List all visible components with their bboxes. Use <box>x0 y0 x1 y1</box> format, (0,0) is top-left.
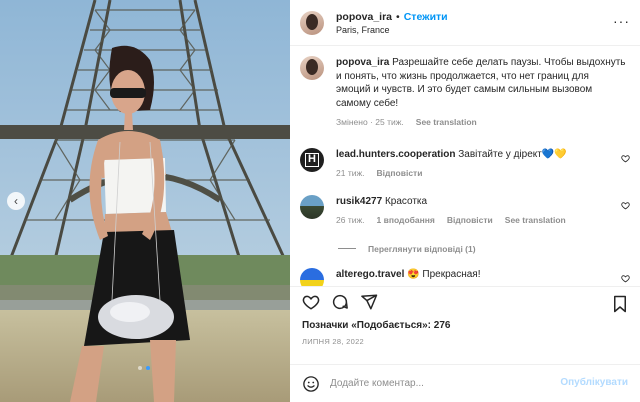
comment-item: alterego.travel 😍 Прекрасная! <box>300 267 630 286</box>
like-heart-icon[interactable] <box>302 293 320 311</box>
follow-button[interactable]: Стежити <box>404 11 448 23</box>
comment-time: 21 тиж. <box>336 168 365 178</box>
comment-translate-link[interactable]: See translation <box>505 214 566 228</box>
more-horizontal-icon[interactable]: ··· <box>613 14 630 28</box>
author-avatar[interactable] <box>300 10 324 35</box>
view-replies-button[interactable]: Переглянути відповіді (1) <box>338 244 630 254</box>
logo-icon: H <box>305 152 319 167</box>
share-send-icon[interactable] <box>360 293 378 311</box>
chevron-left-icon: ‹ <box>14 194 18 208</box>
comment-likes-count[interactable]: 1 вподобання <box>377 214 435 228</box>
separator-dot: • <box>396 10 400 23</box>
author-username[interactable]: popova_ira <box>336 11 392 23</box>
add-comment-input[interactable] <box>330 378 550 389</box>
comment-username[interactable]: lead.hunters.cooperation <box>336 149 455 160</box>
comment-bubble-icon[interactable] <box>331 293 349 311</box>
carousel-dot <box>138 366 142 370</box>
like-comment-heart-icon[interactable] <box>621 201 630 210</box>
add-comment-bar: Опублікувати <box>290 364 640 402</box>
post-actions-bar <box>290 286 640 316</box>
carousel-dot-active <box>146 366 150 370</box>
caption-translate-link[interactable]: See translation <box>416 116 477 130</box>
caption-edited-time: Змінено · 25 тиж. <box>336 117 404 127</box>
comment-username[interactable]: rusik4277 <box>336 196 382 207</box>
comment-item: H lead.hunters.cooperation Завітайте у д… <box>300 147 630 181</box>
comment-text: 😍 Прекрасная! <box>407 268 481 280</box>
comment-time: 26 тиж. <box>336 215 365 225</box>
caption-author-avatar[interactable] <box>300 56 324 80</box>
caption-username[interactable]: popova_ira <box>336 57 389 68</box>
comment-username[interactable]: alterego.travel <box>336 269 404 280</box>
carousel-dots <box>138 366 150 370</box>
author-info: popova_ira • Стежити Paris, France <box>336 11 448 35</box>
previous-photo-button[interactable]: ‹ <box>7 192 25 210</box>
reply-button[interactable]: Відповісти <box>377 167 423 181</box>
view-replies-label: Переглянути відповіді (1) <box>368 243 476 254</box>
emoji-smile-icon[interactable] <box>302 375 320 393</box>
replies-divider-line <box>338 248 356 249</box>
commenter-avatar[interactable] <box>300 267 324 286</box>
post-caption: popova_ira Разрешайте себе делать паузы.… <box>300 56 630 130</box>
post-sidebar: popova_ira • Стежити Paris, France ··· p… <box>290 0 640 402</box>
commenter-avatar[interactable] <box>300 194 324 219</box>
reply-button[interactable]: Відповісти <box>447 214 493 228</box>
photo-scene <box>0 0 290 402</box>
likes-count[interactable]: Позначки «Подобається»: 276 <box>290 316 640 331</box>
post-location[interactable]: Paris, France <box>336 25 448 35</box>
post-photo[interactable]: ‹ <box>0 0 290 402</box>
like-comment-heart-icon[interactable] <box>621 154 630 163</box>
bookmark-save-icon[interactable] <box>612 295 628 313</box>
post-header: popova_ira • Стежити Paris, France ··· <box>290 0 640 46</box>
post-date: ЛИПНЯ 28, 2022 <box>302 337 365 346</box>
post-modal: ‹ popova_ira • Стежити Paris, France ··· <box>0 0 640 402</box>
like-comment-heart-icon[interactable] <box>621 274 630 283</box>
comment-text: Завітайте у дірект💙💛 <box>458 148 567 160</box>
comments-scroll-area[interactable]: popova_ira Разрешайте себе делать паузы.… <box>290 46 640 286</box>
comment-text: Красотка <box>384 195 428 207</box>
post-comment-button[interactable]: Опублікувати <box>560 377 628 388</box>
commenter-avatar[interactable]: H <box>300 147 324 172</box>
comment-item: rusik4277 Красотка 26 тиж. 1 вподобання … <box>300 194 630 228</box>
